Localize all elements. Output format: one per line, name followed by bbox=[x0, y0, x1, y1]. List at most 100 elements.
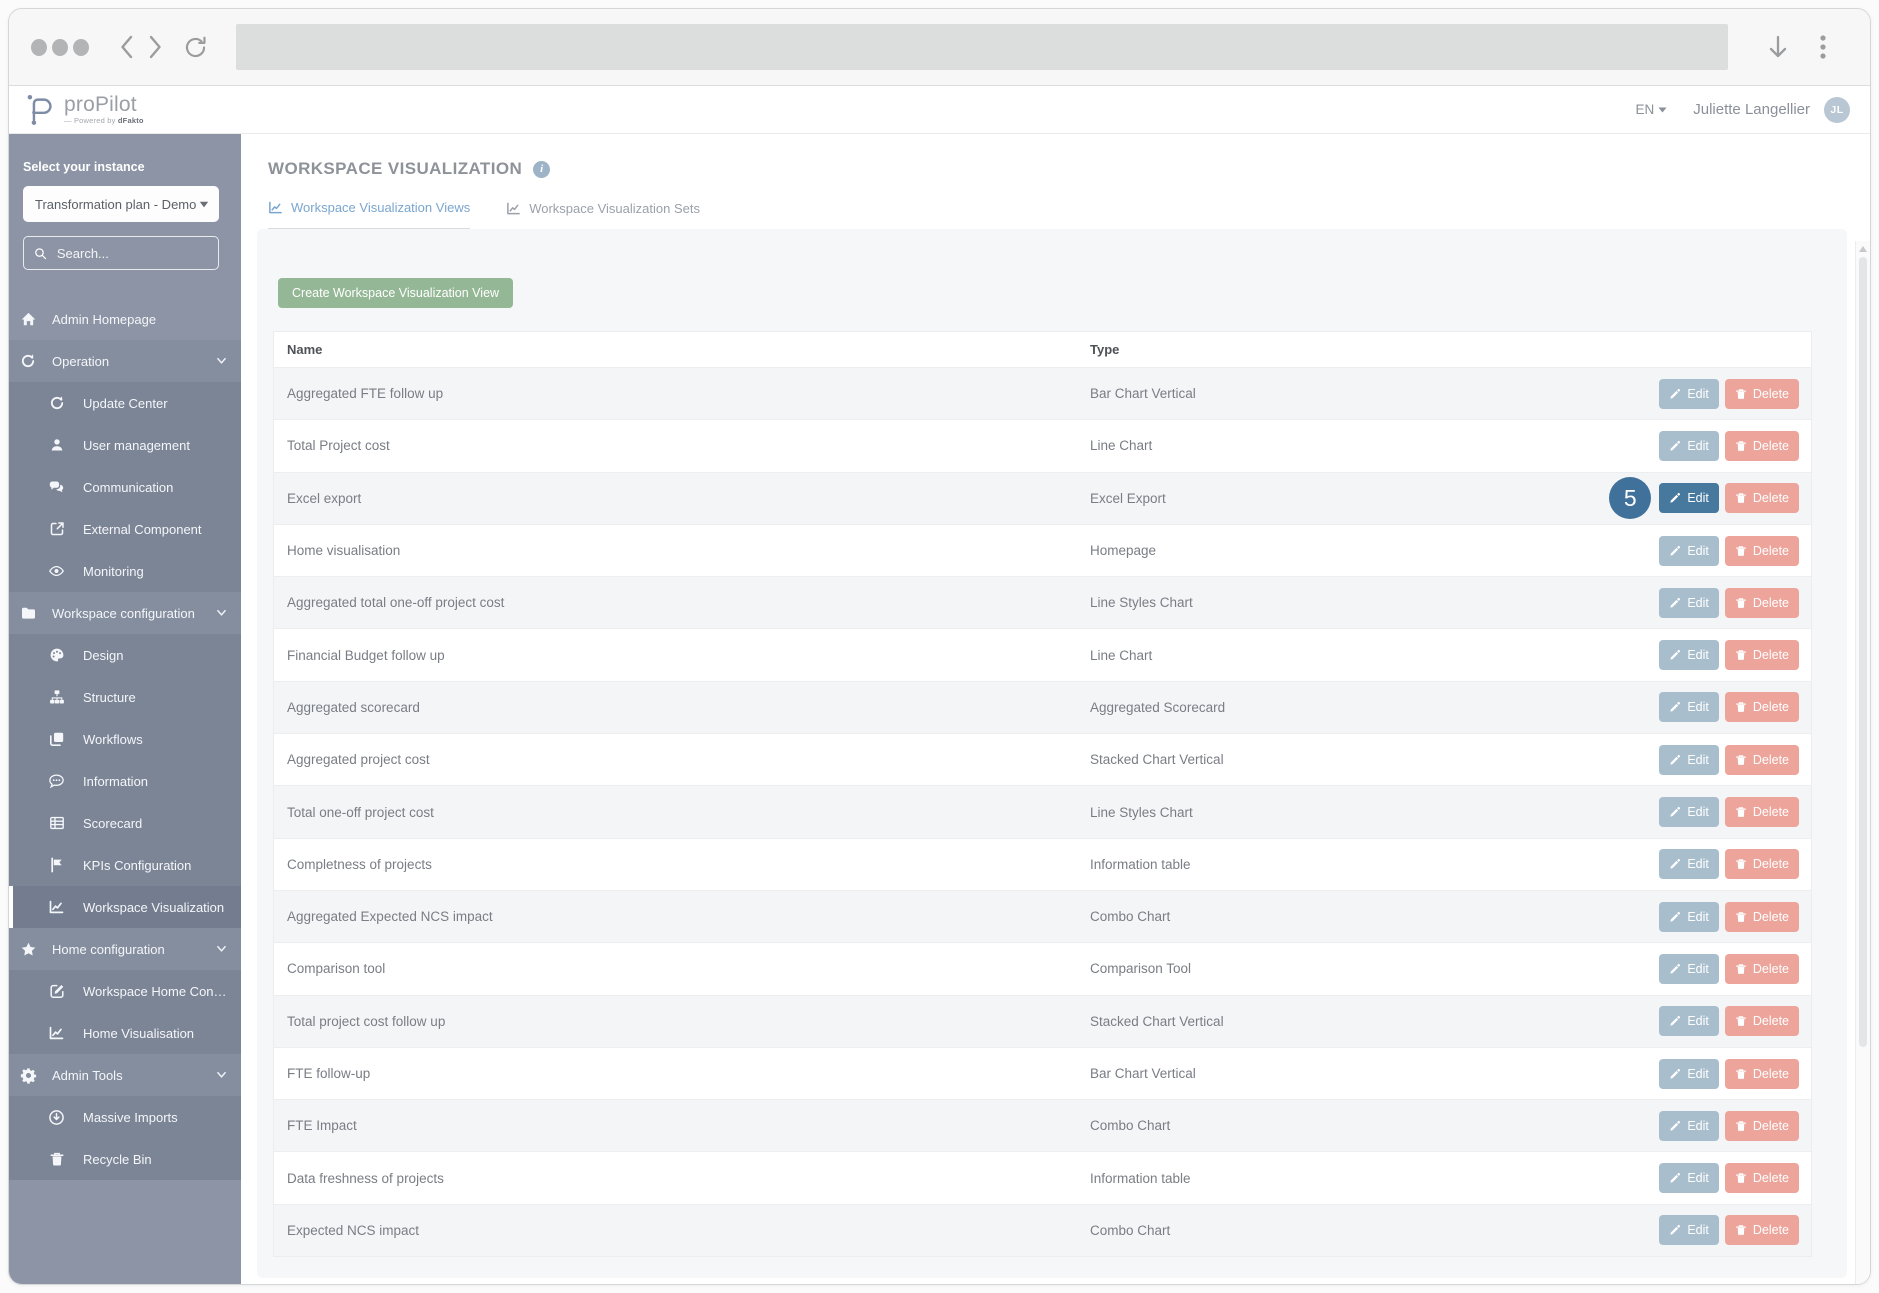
trash-icon bbox=[1735, 963, 1747, 975]
browser-back-button[interactable] bbox=[119, 34, 134, 60]
cell-name: Home visualisation bbox=[287, 543, 401, 559]
edit-button[interactable]: Edit bbox=[1659, 797, 1719, 828]
edit-button[interactable]: Edit bbox=[1659, 1163, 1719, 1194]
delete-button[interactable]: Delete bbox=[1724, 535, 1799, 566]
delete-button[interactable]: Delete bbox=[1724, 1215, 1799, 1246]
sidebar-item-home-configuration[interactable]: Home configuration bbox=[9, 928, 241, 970]
sidebar-item-structure[interactable]: Structure bbox=[9, 676, 241, 718]
avatar[interactable]: JL bbox=[1824, 96, 1850, 123]
edit-button[interactable]: Edit bbox=[1659, 1006, 1719, 1037]
user-icon bbox=[48, 436, 65, 454]
pencil-icon bbox=[1669, 701, 1681, 713]
cell-actions: Edit Delete bbox=[1621, 1110, 1811, 1141]
edit-button[interactable]: Edit bbox=[1659, 901, 1719, 932]
download-icon[interactable] bbox=[1766, 34, 1790, 60]
sidebar-item-scorecard[interactable]: Scorecard bbox=[9, 802, 241, 844]
sidebar-item-label: Operation bbox=[52, 353, 110, 369]
window-control-dot[interactable] bbox=[73, 38, 89, 56]
tab-workspace-visualization-views[interactable]: Workspace Visualization Views bbox=[268, 200, 471, 229]
edit-button[interactable]: Edit bbox=[1659, 378, 1719, 409]
cell-name: FTE follow-up bbox=[287, 1066, 371, 1081]
sidebar-item-workflows[interactable]: Workflows bbox=[9, 718, 241, 760]
cell-actions: Edit Delete bbox=[1621, 1058, 1811, 1089]
edit-button[interactable]: Edit bbox=[1659, 1215, 1719, 1246]
chevron-down-icon bbox=[199, 201, 209, 207]
edit-button[interactable]: Edit bbox=[1659, 1110, 1719, 1141]
sidebar-item-communication[interactable]: Communication bbox=[9, 466, 241, 508]
sitemap-icon bbox=[48, 688, 65, 706]
delete-button[interactable]: Delete bbox=[1724, 849, 1799, 880]
edit-button[interactable]: Edit bbox=[1659, 640, 1719, 671]
delete-button[interactable]: Delete bbox=[1724, 901, 1799, 932]
sidebar-item-workspace-home-conf[interactable]: Workspace Home Conf... bbox=[9, 970, 241, 1012]
delete-button[interactable]: Delete bbox=[1724, 1058, 1799, 1089]
edit-button[interactable]: Edit bbox=[1659, 744, 1719, 775]
sidebar-item-external-component[interactable]: External Component bbox=[9, 508, 241, 550]
edit-button[interactable]: Edit bbox=[1659, 587, 1719, 618]
sidebar-item-monitoring[interactable]: Monitoring bbox=[9, 550, 241, 592]
edit-button[interactable]: Edit bbox=[1659, 483, 1719, 514]
trash-icon bbox=[1735, 858, 1747, 870]
delete-button[interactable]: Delete bbox=[1724, 587, 1799, 618]
sidebar-item-kpis-configuration[interactable]: KPIs Configuration bbox=[9, 844, 241, 886]
delete-button[interactable]: Delete bbox=[1724, 1110, 1799, 1141]
create-workspace-visualization-view-button[interactable]: Create Workspace Visualization View bbox=[278, 278, 514, 308]
sidebar-item-information[interactable]: Information bbox=[9, 760, 241, 802]
pages-icon bbox=[48, 730, 65, 748]
trash-icon bbox=[1735, 754, 1747, 766]
sidebar-item-admin-tools[interactable]: Admin Tools bbox=[9, 1054, 241, 1096]
window-control-dot[interactable] bbox=[52, 38, 68, 56]
delete-button[interactable]: Delete bbox=[1724, 1163, 1799, 1194]
sidebar-item-label: Structure bbox=[83, 689, 136, 705]
pencil-icon bbox=[1669, 492, 1681, 504]
instance-label: Select your instance bbox=[23, 160, 145, 174]
delete-button[interactable]: Delete bbox=[1724, 640, 1799, 671]
delete-button[interactable]: Delete bbox=[1724, 692, 1799, 723]
edit-button[interactable]: Edit bbox=[1659, 535, 1719, 566]
address-bar[interactable] bbox=[236, 24, 1728, 70]
cell-actions: Edit Delete bbox=[1621, 901, 1811, 932]
sidebar-item-user-management[interactable]: User management bbox=[9, 424, 241, 466]
delete-button[interactable]: Delete bbox=[1724, 430, 1799, 461]
trash-icon bbox=[1735, 1015, 1747, 1027]
table-row: Aggregated FTE follow up Bar Chart Vertic… bbox=[274, 368, 1811, 420]
sidebar-item-home-visualisation[interactable]: Home Visualisation bbox=[9, 1012, 241, 1054]
sidebar-item-admin-homepage[interactable]: Admin Homepage bbox=[9, 298, 241, 340]
palette-icon bbox=[48, 646, 65, 664]
delete-button[interactable]: Delete bbox=[1724, 744, 1799, 775]
scrollbar-thumb[interactable] bbox=[1858, 257, 1867, 1047]
browser-forward-button[interactable] bbox=[148, 34, 163, 60]
delete-button[interactable]: Delete bbox=[1724, 378, 1799, 409]
browser-menu-icon[interactable] bbox=[1820, 34, 1826, 60]
app-logo[interactable]: proPilot — Powered by dFakto bbox=[25, 92, 144, 128]
sidebar-item-design[interactable]: Design bbox=[9, 634, 241, 676]
sidebar-item-workspace-configuration[interactable]: Workspace configuration bbox=[9, 592, 241, 634]
edit-button[interactable]: Edit bbox=[1659, 953, 1719, 984]
delete-button[interactable]: Delete bbox=[1724, 797, 1799, 828]
edit-button[interactable]: Edit bbox=[1659, 692, 1719, 723]
refresh-icon bbox=[48, 394, 65, 412]
scrollbar-up-arrow[interactable] bbox=[1859, 246, 1867, 252]
sidebar-item-operation[interactable]: Operation bbox=[9, 340, 241, 382]
edit-button[interactable]: Edit bbox=[1659, 849, 1719, 880]
sidebar-item-recycle-bin[interactable]: Recycle Bin bbox=[9, 1138, 241, 1180]
delete-button[interactable]: Delete bbox=[1724, 1006, 1799, 1037]
window-control-dot[interactable] bbox=[31, 38, 47, 56]
search-input[interactable] bbox=[54, 244, 208, 262]
scrollbar[interactable] bbox=[1855, 241, 1870, 1284]
tab-workspace-visualization-sets[interactable]: Workspace Visualization Sets bbox=[506, 200, 700, 229]
browser-reload-icon[interactable] bbox=[183, 35, 208, 60]
cell-actions: Edit Delete bbox=[1621, 797, 1811, 828]
language-selector[interactable]: EN bbox=[1635, 102, 1667, 117]
edit-button[interactable]: Edit bbox=[1659, 1058, 1719, 1089]
delete-button[interactable]: Delete bbox=[1724, 483, 1799, 514]
table-row: Completness of projects Information table… bbox=[274, 837, 1811, 890]
instance-select[interactable]: Transformation plan - Demo bbox=[23, 186, 219, 222]
info-icon[interactable]: i bbox=[533, 160, 551, 178]
edit-button[interactable]: Edit bbox=[1659, 430, 1719, 461]
sidebar-item-update-center[interactable]: Update Center bbox=[9, 382, 241, 424]
user-name[interactable]: Juliette Langellier bbox=[1693, 101, 1810, 118]
sidebar-item-massive-imports[interactable]: Massive Imports bbox=[9, 1096, 241, 1138]
sidebar-item-workspace-visualization[interactable]: Workspace Visualization bbox=[9, 886, 241, 928]
delete-button[interactable]: Delete bbox=[1724, 953, 1799, 984]
